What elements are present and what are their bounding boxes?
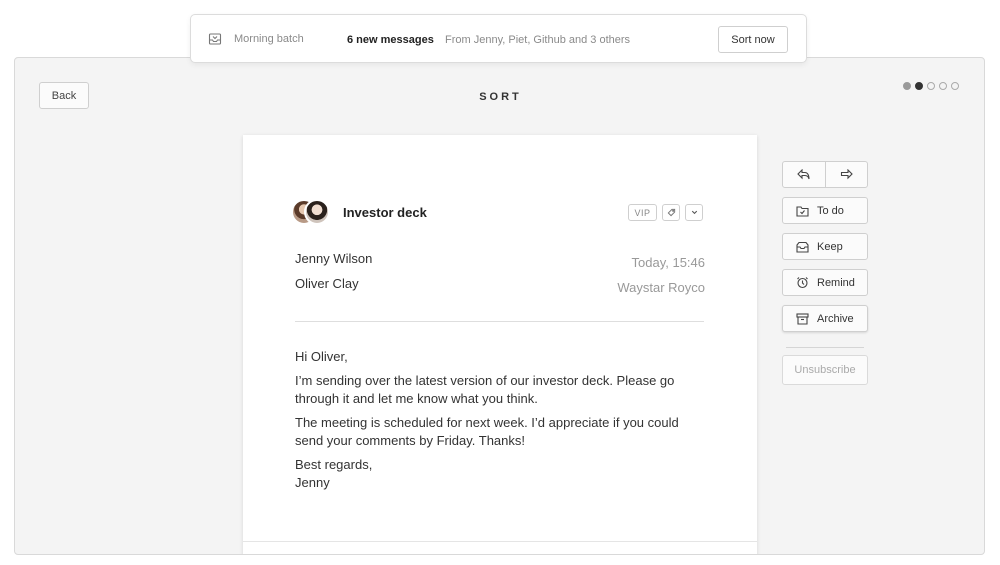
recipient-name: Oliver Clay	[295, 276, 359, 291]
email-subject: Investor deck	[343, 205, 427, 220]
participant-avatars	[291, 199, 333, 225]
tag-icon[interactable]	[662, 204, 680, 221]
forward-icon[interactable]	[824, 162, 868, 187]
todo-button[interactable]: To do	[782, 197, 868, 224]
page-dot-current[interactable]	[915, 82, 923, 90]
reply-icon[interactable]	[783, 162, 825, 187]
sort-panel: Back SORT Investor deck VIP Jenny Wilson…	[14, 57, 985, 555]
divider	[243, 541, 757, 542]
avatar	[304, 199, 330, 225]
email-body: Hi Oliver, I’m sending over the latest v…	[295, 348, 707, 492]
alarm-clock-icon	[795, 276, 809, 290]
page-title: SORT	[479, 91, 522, 103]
todo-label: To do	[817, 204, 844, 217]
sender-name: Jenny Wilson	[295, 251, 373, 266]
archive-label: Archive	[817, 312, 854, 325]
chevron-down-icon[interactable]	[685, 204, 703, 221]
archive-button[interactable]: Archive	[782, 305, 868, 332]
pagination-dots	[903, 82, 959, 90]
divider	[295, 321, 704, 322]
inbox-keep-icon	[795, 240, 809, 254]
email-card: Investor deck VIP Jenny Wilson Oliver Cl…	[243, 135, 757, 554]
email-paragraph: I’m sending over the latest version of o…	[295, 373, 675, 406]
batch-label: Morning batch	[234, 33, 304, 45]
senders-summary: From Jenny, Piet, Github and 3 others	[445, 34, 631, 46]
notification-bar: Morning batch 6 new messages From Jenny,…	[190, 14, 807, 63]
page-dot[interactable]	[939, 82, 947, 90]
unsubscribe-button[interactable]: Unsubscribe	[782, 355, 868, 385]
sort-now-button[interactable]: Sort now	[718, 26, 788, 53]
page-dot[interactable]	[903, 82, 911, 90]
keep-label: Keep	[817, 240, 843, 253]
folder-check-icon	[795, 204, 809, 218]
vip-badge[interactable]: VIP	[628, 204, 657, 221]
page-dot[interactable]	[951, 82, 959, 90]
remind-label: Remind	[817, 276, 855, 289]
message-count: 6 new messages	[347, 34, 434, 46]
email-paragraph: The meeting is scheduled for next week. …	[295, 415, 679, 448]
email-time: Today, 15:46	[631, 255, 705, 270]
reply-forward-group	[782, 161, 868, 188]
archive-box-icon	[795, 312, 809, 326]
email-signoff: Best regards,	[295, 457, 373, 472]
page-dot[interactable]	[927, 82, 935, 90]
keep-button[interactable]: Keep	[782, 233, 868, 260]
email-greeting: Hi Oliver,	[295, 349, 348, 364]
inbox-tray-icon	[208, 32, 222, 46]
remind-button[interactable]: Remind	[782, 269, 868, 296]
sender-company: Waystar Royco	[617, 280, 705, 295]
email-signature: Jenny	[295, 475, 330, 490]
divider	[786, 347, 864, 348]
email-tags: VIP	[628, 204, 703, 221]
